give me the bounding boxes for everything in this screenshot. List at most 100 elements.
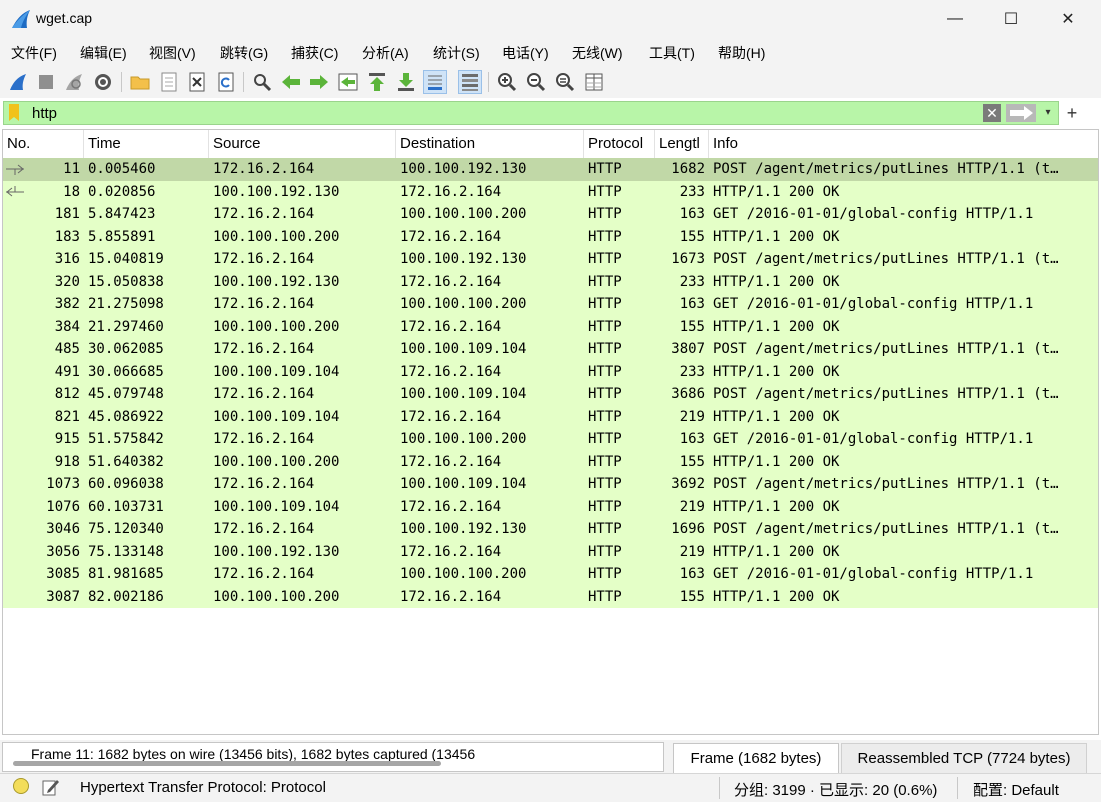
cell-destination: 100.100.192.130 xyxy=(400,161,527,177)
table-row[interactable]: 316 15.040819 172.16.2.164 100.100.192.130 H… xyxy=(3,248,1098,271)
restart-capture-icon[interactable] xyxy=(62,70,86,94)
close-file-icon[interactable] xyxy=(185,70,209,94)
zoom-in-icon[interactable] xyxy=(495,70,519,94)
open-file-icon[interactable] xyxy=(128,70,152,94)
toolbar-separator xyxy=(488,72,489,92)
close-window-button[interactable]: ✕ xyxy=(1040,0,1096,38)
column-header-protocol[interactable]: Protocol xyxy=(584,130,655,158)
table-row[interactable]: 915 51.575842 172.16.2.164 100.100.100.200 H… xyxy=(3,428,1098,451)
stop-capture-icon[interactable] xyxy=(34,70,58,94)
cell-no: 11 xyxy=(63,161,80,177)
table-row[interactable]: 320 15.050838 100.100.192.130 172.16.2.164 H… xyxy=(3,270,1098,293)
table-row[interactable]: 181 5.847423 172.16.2.164 100.100.100.200 HT… xyxy=(3,203,1098,226)
menu-wireless[interactable]: 无线(W) xyxy=(572,43,623,63)
table-row[interactable]: 3085 81.981685 172.16.2.164 100.100.100.200… xyxy=(3,563,1098,586)
table-row[interactable]: 812 45.079748 172.16.2.164 100.100.109.104 H… xyxy=(3,383,1098,406)
table-row[interactable]: 11 0.005460 172.16.2.164 100.100.192.130 HTT… xyxy=(3,158,1098,181)
cell-destination: 172.16.2.164 xyxy=(400,453,502,470)
table-row[interactable]: 183 5.855891 100.100.100.200 172.16.2.164 HT… xyxy=(3,225,1098,248)
capture-options-icon[interactable] xyxy=(91,70,115,94)
menu-edit[interactable]: 编辑(E) xyxy=(80,43,127,63)
cell-info: HTTP/1.1 200 OK xyxy=(713,588,840,605)
cell-no: 181 xyxy=(54,206,80,222)
auto-scroll-icon[interactable] xyxy=(423,70,447,94)
table-row[interactable]: 821 45.086922 100.100.109.104 172.16.2.164 H… xyxy=(3,405,1098,428)
menu-analyze[interactable]: 分析(A) xyxy=(362,43,409,63)
column-header-destination[interactable]: Destination xyxy=(396,130,584,158)
display-filter-input[interactable] xyxy=(28,102,986,124)
cell-source: 172.16.2.164 xyxy=(213,386,315,402)
tab-frame-bytes[interactable]: Frame (1682 bytes) xyxy=(673,743,839,773)
status-profile[interactable]: 配置: Default xyxy=(973,779,1059,800)
maximize-button[interactable]: ☐ xyxy=(983,0,1039,38)
save-file-icon[interactable] xyxy=(157,70,181,94)
go-first-packet-icon[interactable] xyxy=(365,70,389,94)
table-row[interactable]: 18 0.020856 100.100.192.130 172.16.2.164 HTT… xyxy=(3,180,1098,203)
menu-capture[interactable]: 捕获(C) xyxy=(291,43,338,63)
table-row[interactable]: 491 30.066685 100.100.109.104 172.16.2.164 H… xyxy=(3,360,1098,383)
column-header-info[interactable]: Info xyxy=(709,130,1098,158)
go-forward-icon[interactable] xyxy=(307,70,331,94)
filter-bookmark-icon[interactable] xyxy=(8,104,20,122)
menu-tools[interactable]: 工具(T) xyxy=(649,43,695,63)
cell-source: 172.16.2.164 xyxy=(213,566,315,582)
minimize-button[interactable]: — xyxy=(927,0,983,38)
cell-source: 172.16.2.164 xyxy=(213,251,315,267)
cell-length: 1673 xyxy=(671,251,705,267)
menu-view[interactable]: 视图(V) xyxy=(149,43,196,63)
table-row[interactable]: 1073 60.096038 172.16.2.164 100.100.109.104… xyxy=(3,473,1098,496)
packet-list[interactable]: No. Time Source Destination Protocol Len… xyxy=(2,129,1099,735)
resize-columns-icon[interactable] xyxy=(582,70,606,94)
cell-length: 3807 xyxy=(671,341,705,357)
zoom-normal-icon[interactable] xyxy=(553,70,577,94)
column-header-no[interactable]: No. xyxy=(3,130,84,158)
cell-no: 3085 xyxy=(46,566,80,582)
tab-reassembled-tcp[interactable]: Reassembled TCP (7724 bytes) xyxy=(841,743,1087,773)
menu-go[interactable]: 跳转(G) xyxy=(220,43,268,63)
cell-no: 918 xyxy=(54,453,80,470)
table-row[interactable]: 485 30.062085 172.16.2.164 100.100.109.104 H… xyxy=(3,338,1098,361)
add-filter-button[interactable]: + xyxy=(1064,102,1080,124)
cell-info: POST /agent/metrics/putLines HTTP/1.1 (t… xyxy=(713,341,1059,357)
capture-comment-icon[interactable] xyxy=(42,778,60,796)
cell-time: 15.040819 xyxy=(88,251,164,267)
column-header-length[interactable]: Lengtl xyxy=(655,130,709,158)
table-row[interactable]: 1076 60.103731 100.100.109.104 172.16.2.164… xyxy=(3,495,1098,518)
cell-protocol: HTTP xyxy=(588,206,622,222)
menu-help[interactable]: 帮助(H) xyxy=(718,43,765,63)
cell-source: 172.16.2.164 xyxy=(213,521,315,537)
menu-statistics[interactable]: 统计(S) xyxy=(433,43,480,63)
cell-no: 384 xyxy=(54,318,80,335)
go-last-packet-icon[interactable] xyxy=(394,70,418,94)
packet-detail-summary[interactable]: Frame 11: 1682 bytes on wire (13456 bits… xyxy=(2,742,664,772)
clear-filter-icon[interactable]: ✕ xyxy=(983,104,1001,122)
toolbar-separator xyxy=(121,72,122,92)
column-header-time[interactable]: Time xyxy=(84,130,209,158)
go-to-packet-icon[interactable] xyxy=(336,70,360,94)
start-capture-icon[interactable] xyxy=(6,70,30,94)
cell-protocol: HTTP xyxy=(588,386,622,402)
table-row[interactable]: 382 21.275098 172.16.2.164 100.100.100.200 H… xyxy=(3,293,1098,316)
menu-telephony[interactable]: 电话(Y) xyxy=(502,43,549,63)
cell-time: 0.020856 xyxy=(88,183,156,200)
table-row[interactable]: 3046 75.120340 172.16.2.164 100.100.192.130… xyxy=(3,518,1098,541)
colorize-icon[interactable] xyxy=(458,70,482,94)
cell-time: 45.079748 xyxy=(88,386,164,402)
horizontal-scrollbar-thumb[interactable] xyxy=(13,761,441,766)
cell-time: 5.855891 xyxy=(88,228,156,245)
reload-file-icon[interactable] xyxy=(214,70,238,94)
apply-filter-button[interactable] xyxy=(1006,104,1036,122)
status-packet-count: 分组: 3199 · 已显示: 20 (0.6%) xyxy=(734,782,938,799)
filter-history-dropdown[interactable]: ▾ xyxy=(1040,104,1056,122)
column-header-source[interactable]: Source xyxy=(209,130,396,158)
find-packet-icon[interactable] xyxy=(250,70,274,94)
table-row[interactable]: 384 21.297460 100.100.100.200 172.16.2.164 H… xyxy=(3,315,1098,338)
cell-source: 172.16.2.164 xyxy=(213,206,315,222)
table-row[interactable]: 3056 75.133148 100.100.192.130 172.16.2.164… xyxy=(3,540,1098,563)
table-row[interactable]: 3087 82.002186 100.100.100.200 172.16.2.164… xyxy=(3,585,1098,608)
zoom-out-icon[interactable] xyxy=(524,70,548,94)
table-row[interactable]: 918 51.640382 100.100.100.200 172.16.2.164 H… xyxy=(3,450,1098,473)
expert-info-icon[interactable] xyxy=(13,778,29,794)
go-back-icon[interactable] xyxy=(279,70,303,94)
menu-file[interactable]: 文件(F) xyxy=(11,43,57,63)
